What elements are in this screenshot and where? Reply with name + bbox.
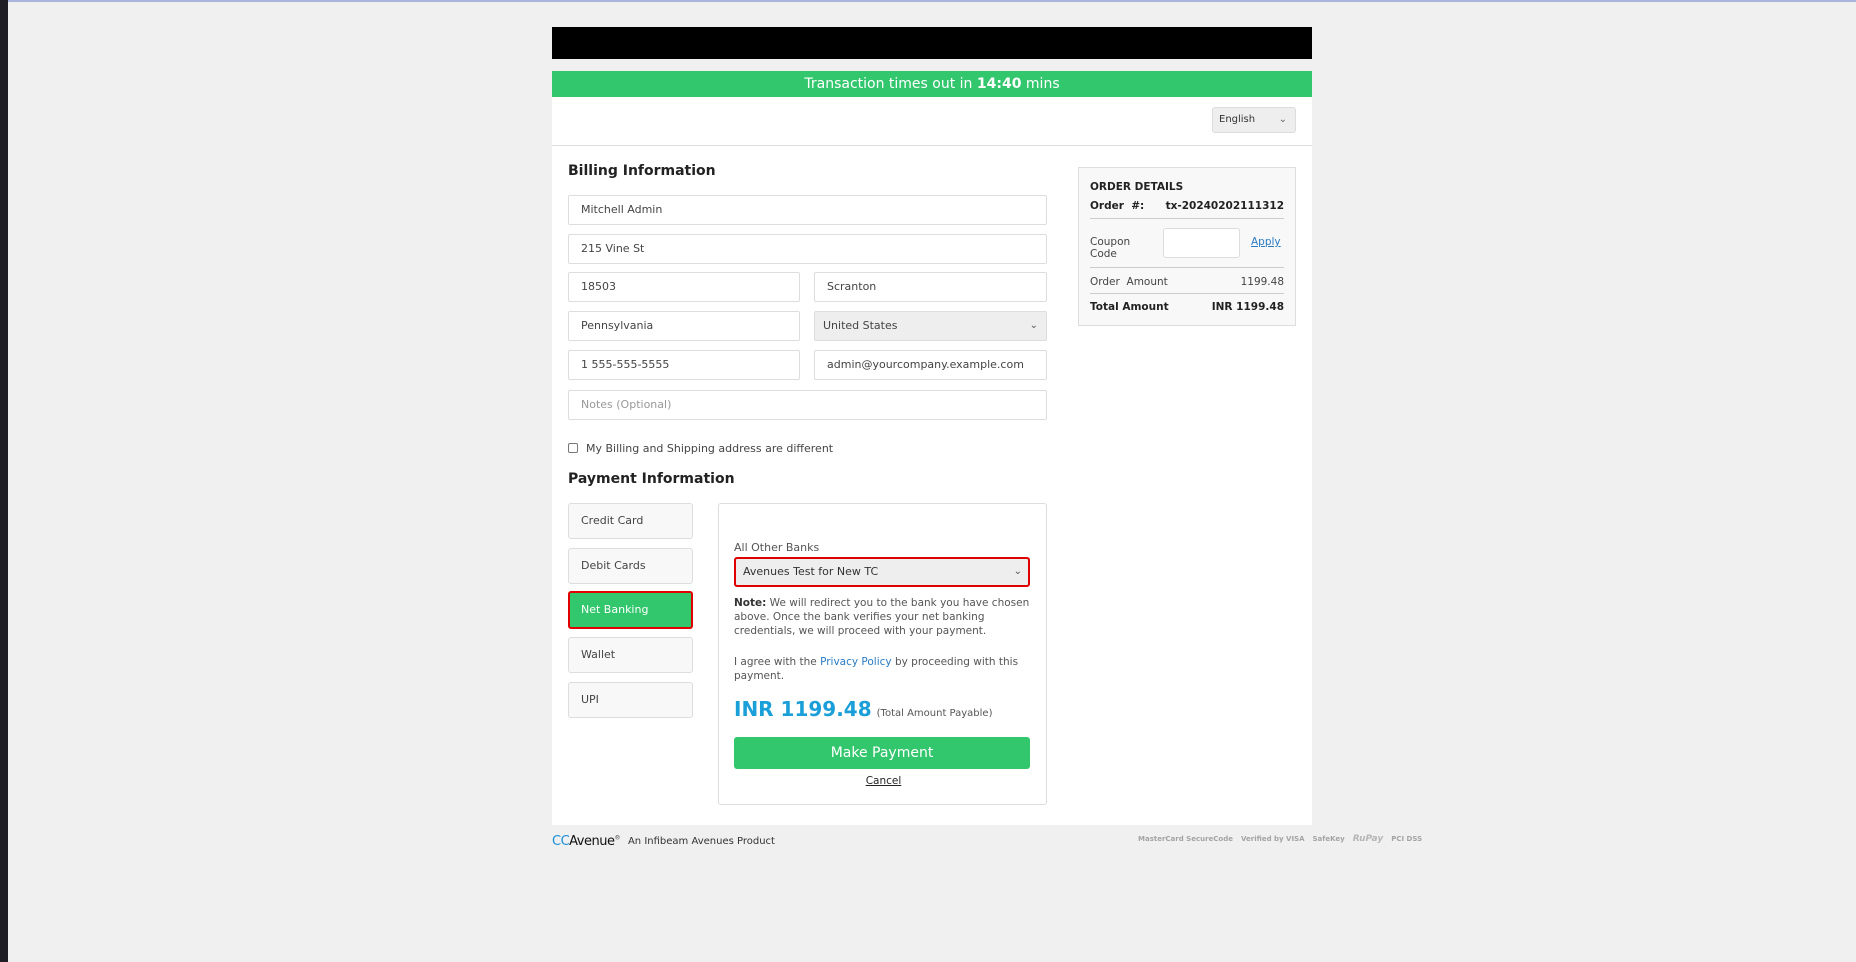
transaction-timer-banner: Transaction times out in 14:40 mins bbox=[552, 71, 1312, 97]
agree-prefix: I agree with the bbox=[734, 656, 821, 668]
footer-brand: CCAvenue® An Infibeam Avenues Product bbox=[552, 834, 775, 849]
window-top-border bbox=[8, 0, 1856, 2]
rupay-logo: RuPay bbox=[1352, 834, 1384, 844]
cancel-link[interactable]: Cancel bbox=[719, 775, 1048, 787]
zip-field[interactable]: 18503 bbox=[568, 272, 800, 302]
logo-avenue: Avenue bbox=[569, 834, 615, 849]
bank-select-label: All Other Banks bbox=[734, 541, 820, 554]
billing-title: Billing Information bbox=[568, 163, 716, 179]
logo-cc: CC bbox=[552, 834, 570, 849]
city-field[interactable]: Scranton bbox=[814, 272, 1047, 302]
note-text: We will redirect you to the bank you hav… bbox=[734, 597, 1030, 637]
different-address-row[interactable]: My Billing and Shipping address are diff… bbox=[568, 441, 833, 455]
chevron-down-icon: ⌄ bbox=[1013, 566, 1022, 577]
coupon-label: Coupon Code bbox=[1090, 236, 1131, 260]
phone-field[interactable]: 1 555-555-5555 bbox=[568, 350, 800, 380]
language-selected: English bbox=[1219, 114, 1256, 125]
state-field[interactable]: Pennsylvania bbox=[568, 311, 800, 341]
order-amount-value: 1199.48 bbox=[1240, 276, 1284, 288]
total-amount-label: Total Amount bbox=[1090, 301, 1169, 313]
order-number-row: Order #: tx-20240202111312 bbox=[1090, 200, 1284, 212]
privacy-agreement: I agree with the Privacy Policy by proce… bbox=[734, 655, 1034, 683]
bank-select[interactable]: Avenues Test for New TC ⌄ bbox=[734, 557, 1030, 587]
apply-coupon-link[interactable]: Apply bbox=[1251, 236, 1281, 248]
total-amount-value: INR 1199.48 bbox=[1211, 301, 1284, 313]
order-number-label: Order #: bbox=[1090, 200, 1145, 212]
total-payable-caption: (Total Amount Payable) bbox=[876, 708, 993, 719]
footer-tagline: An Infibeam Avenues Product bbox=[627, 836, 775, 847]
chevron-down-icon: ⌄ bbox=[1029, 320, 1038, 331]
total-payable: INR 1199.48 (Total Amount Payable) bbox=[734, 697, 993, 721]
total-amount-row: Total Amount INR 1199.48 bbox=[1090, 301, 1284, 313]
name-field[interactable]: Mitchell Admin bbox=[568, 195, 1047, 225]
tab-wallet[interactable]: Wallet bbox=[568, 637, 693, 673]
chevron-down-icon: ⌄ bbox=[1278, 114, 1287, 125]
order-details-box: ORDER DETAILS Order #: tx-20240202111312… bbox=[1078, 167, 1296, 326]
bank-selected: Avenues Test for New TC bbox=[743, 565, 879, 578]
notes-field[interactable]: Notes (Optional) bbox=[568, 390, 1047, 420]
country-selected: United States bbox=[823, 319, 898, 332]
redirect-note: Note: We will redirect you to the bank y… bbox=[734, 596, 1034, 638]
tab-net-banking[interactable]: Net Banking bbox=[568, 591, 693, 629]
language-select[interactable]: English ⌄ bbox=[1212, 107, 1296, 133]
timer-value: 14:40 bbox=[976, 76, 1022, 92]
pci-dss-logo: PCI DSS bbox=[1391, 835, 1423, 843]
ccavenue-logo: CCAvenue® bbox=[552, 834, 620, 849]
safekey-logo: SafeKey bbox=[1312, 835, 1345, 843]
order-amount-label: Order Amount bbox=[1090, 276, 1168, 288]
mastercard-securecode-logo: MasterCard SecureCode bbox=[1138, 835, 1233, 843]
email-field[interactable]: admin@yourcompany.example.com bbox=[814, 350, 1047, 380]
different-address-checkbox[interactable] bbox=[568, 443, 578, 453]
different-address-label[interactable]: My Billing and Shipping address are diff… bbox=[586, 442, 833, 455]
order-amount-row: Order Amount 1199.48 bbox=[1090, 276, 1284, 288]
order-number-value: tx-20240202111312 bbox=[1165, 200, 1284, 212]
coupon-code-input[interactable] bbox=[1163, 228, 1240, 258]
make-payment-button[interactable]: Make Payment bbox=[734, 737, 1030, 769]
divider bbox=[1090, 293, 1284, 294]
net-banking-panel: All Other Banks Avenues Test for New TC … bbox=[718, 503, 1047, 805]
logo-reg: ® bbox=[614, 834, 620, 842]
tab-debit-cards[interactable]: Debit Cards bbox=[568, 548, 693, 584]
merchant-header-bar bbox=[552, 27, 1312, 59]
address-field[interactable]: 215 Vine St bbox=[568, 234, 1047, 264]
note-label: Note: bbox=[734, 597, 767, 609]
trust-logos: MasterCard SecureCode Verified by VISA S… bbox=[1138, 834, 1422, 844]
divider bbox=[1090, 218, 1284, 219]
checkout-panel: English ⌄ Billing Information Mitchell A… bbox=[552, 97, 1312, 825]
desktop-edge bbox=[0, 0, 8, 962]
country-select[interactable]: United States ⌄ bbox=[814, 311, 1047, 341]
verified-by-visa-logo: Verified by VISA bbox=[1241, 835, 1305, 843]
timer-suffix: mins bbox=[1025, 76, 1060, 92]
tab-upi[interactable]: UPI bbox=[568, 682, 693, 718]
divider bbox=[1090, 267, 1284, 268]
coupon-label-row: Coupon Code bbox=[1090, 236, 1160, 260]
payment-title: Payment Information bbox=[568, 471, 735, 487]
tab-credit-card[interactable]: Credit Card bbox=[568, 503, 693, 539]
language-row: English ⌄ bbox=[552, 97, 1312, 146]
timer-prefix: Transaction times out in bbox=[804, 76, 973, 92]
order-details-title: ORDER DETAILS bbox=[1090, 181, 1184, 193]
privacy-policy-link[interactable]: Privacy Policy bbox=[820, 656, 892, 668]
total-payable-amount: INR 1199.48 bbox=[734, 697, 872, 721]
